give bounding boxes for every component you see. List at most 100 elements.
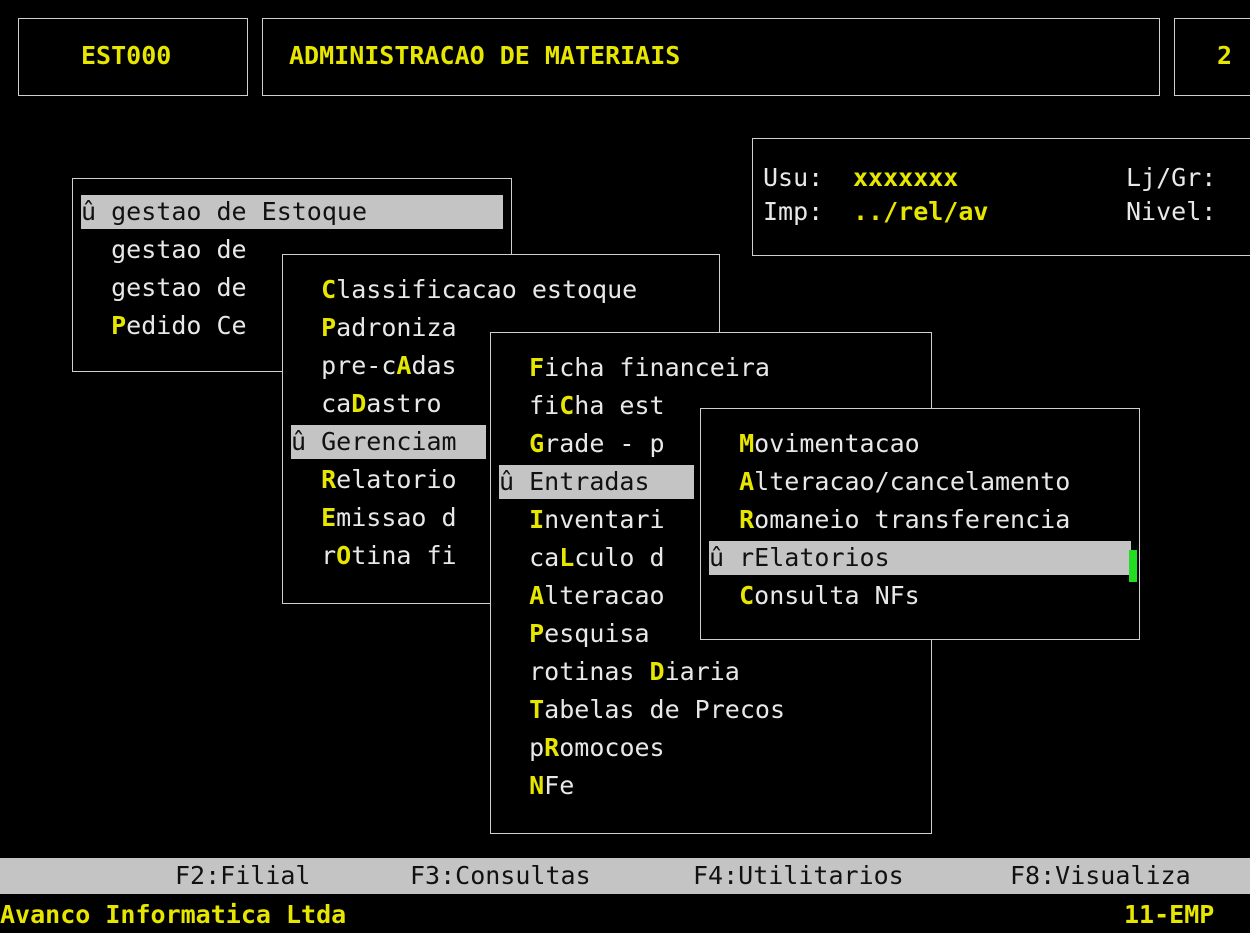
menu-item-label-start: fi: [529, 391, 560, 420]
menu3-item-4[interactable]: Inventari: [499, 503, 694, 537]
menu-item-prefix: [81, 235, 111, 264]
menu-item-label-end: lteracao/cancelamento: [754, 467, 1071, 496]
menu3-item-2[interactable]: Grade - p: [499, 427, 694, 461]
menu2-item-0[interactable]: Classificacao estoque: [291, 273, 637, 307]
menu-item-prefix: [709, 581, 739, 610]
user-panel: Usu: xxxxxxx Imp: ../rel/av Lj/Gr: Nivel…: [752, 138, 1250, 256]
menu-item-label-end: ovimentacao: [754, 429, 920, 458]
menu-item-hotkey: F: [529, 353, 545, 382]
menu-item-label-start: gestao de: [111, 197, 262, 226]
menu2-item-6[interactable]: Emissao d: [291, 501, 486, 535]
menu-item-hotkey: E: [529, 467, 545, 496]
status-bar: Avanco Informatica Ltda 11-EMP: [0, 896, 1250, 933]
menu-item-prefix: [81, 311, 111, 340]
menu3-item-3[interactable]: û Entradas: [499, 465, 694, 499]
menu-item-label-end: iaria: [664, 657, 740, 686]
menu3-item-6[interactable]: Alteracao: [499, 579, 694, 613]
f2-filial-key[interactable]: F2:Filial: [175, 859, 310, 893]
imp-label: Imp:: [763, 197, 824, 226]
f3-consultas-key[interactable]: F3:Consultas: [410, 859, 591, 893]
menu-item-label-end: ha est: [574, 391, 665, 420]
menu-item-hotkey: E: [321, 503, 337, 532]
menu3-item-11[interactable]: NFe: [499, 769, 694, 803]
menu-item-prefix: û: [499, 467, 530, 496]
menu-item-label-end: Fe: [544, 771, 575, 800]
program-title-box: ADMINISTRACAO DE MATERIAIS: [262, 18, 1160, 96]
menu-item-label-end: tina fi: [351, 541, 457, 570]
menu-item-prefix: [709, 467, 739, 496]
menu-item-label-end: rade - p: [544, 429, 665, 458]
menu-item-label-start: p: [529, 733, 545, 762]
menu-item-prefix: [291, 313, 321, 342]
menu-item-hotkey: T: [529, 695, 545, 724]
menu-item-label-end: astro: [366, 389, 442, 418]
company-emp-code: 11-EMP: [1124, 900, 1215, 929]
menu-item-prefix: [291, 503, 321, 532]
menu-item-prefix: [291, 351, 321, 380]
menu-item-prefix: [499, 695, 529, 724]
menu-item-hotkey: C: [559, 391, 575, 420]
menu-item-hotkey: M: [739, 429, 755, 458]
menu4-item-2[interactable]: Romaneio transferencia: [709, 503, 1131, 537]
menu-item-label-end: abelas de Precos: [544, 695, 785, 724]
menu-item-label-start: gestao de: [111, 235, 247, 264]
menu-item-label-start: pre-c: [321, 351, 397, 380]
menu2-item-4[interactable]: û Gerenciam: [291, 425, 486, 459]
menu-item-hotkey: G: [529, 429, 545, 458]
ljgr-label: Lj/Gr:: [1126, 163, 1217, 192]
menu1-item-0[interactable]: û gestao de Estoque: [81, 195, 503, 229]
menu4-item-0[interactable]: Movimentacao: [709, 427, 1131, 461]
menu-item-hotkey: R: [739, 505, 755, 534]
menu-item-hotkey: A: [396, 351, 412, 380]
menu-item-label-end: elatorio: [336, 465, 457, 494]
program-code-box: EST000: [18, 18, 248, 96]
menu-item-prefix: û: [81, 197, 112, 226]
menu-item-hotkey: D: [351, 389, 367, 418]
program-code: EST000: [81, 41, 172, 70]
menu-item-hotkey: E: [261, 197, 277, 226]
f4-utilitarios-key[interactable]: F4:Utilitarios: [693, 859, 904, 893]
menu-item-hotkey: A: [529, 581, 545, 610]
f8-visualiza-key[interactable]: F8:Visualiza: [1010, 859, 1191, 893]
menu2-item-5[interactable]: Relatorio: [291, 463, 486, 497]
menu-item-hotkey: L: [559, 543, 575, 572]
header-right-fragment: 2: [1217, 41, 1233, 70]
menu3-item-10[interactable]: pRomocoes: [499, 731, 694, 765]
menu-item-label-start: rotinas: [529, 657, 650, 686]
menu4-item-1[interactable]: Alteracao/cancelamento: [709, 465, 1131, 499]
menu3-item-7[interactable]: Pesquisa: [499, 617, 694, 651]
menu3-item-0[interactable]: Ficha financeira: [499, 351, 770, 385]
menu2-item-1[interactable]: Padroniza: [291, 311, 486, 345]
menu3-item-5[interactable]: caLculo d: [499, 541, 694, 575]
menu-item-prefix: [499, 657, 529, 686]
menu-item-hotkey: D: [649, 657, 665, 686]
menu2-item-3[interactable]: caDastro: [291, 387, 486, 421]
menu-item-label-end: edido Ce: [126, 311, 247, 340]
menu-item-hotkey: A: [739, 467, 755, 496]
menu-item-label-end: esquisa: [544, 619, 650, 648]
usu-label: Usu:: [763, 163, 824, 192]
usu-value: xxxxxxx: [853, 163, 959, 192]
menu-item-hotkey: R: [321, 465, 337, 494]
menu-item-prefix: [709, 429, 739, 458]
menu4-item-3[interactable]: û rElatorios: [709, 541, 1131, 575]
menu-item-label-start: ca: [321, 389, 352, 418]
menu-item-prefix: [499, 581, 529, 610]
menu-item-label-start: r: [321, 541, 337, 570]
menu3-item-8[interactable]: rotinas Diaria: [499, 655, 740, 689]
menu-item-label-end: nventari: [544, 505, 665, 534]
menu-level-4: Movimentacao Alteracao/cancelamento Roma…: [700, 408, 1140, 640]
menu-item-hotkey: P: [321, 313, 337, 342]
menu-item-label-end: lteracao: [544, 581, 665, 610]
menu-item-label-end: stoque: [276, 197, 367, 226]
menu-item-prefix: [499, 429, 529, 458]
menu4-item-4[interactable]: Consulta NFs: [709, 579, 1131, 613]
menu3-item-9[interactable]: Tabelas de Precos: [499, 693, 785, 727]
menu-item-hotkey: N: [529, 771, 545, 800]
menu2-item-2[interactable]: pre-cAdas: [291, 349, 486, 383]
menu2-item-7[interactable]: rOtina fi: [291, 539, 486, 573]
header-right-box: 2: [1174, 18, 1250, 96]
menu3-item-1[interactable]: fiCha est: [499, 389, 694, 423]
menu-item-prefix: [499, 771, 529, 800]
menu-item-label-end: das: [411, 351, 457, 380]
